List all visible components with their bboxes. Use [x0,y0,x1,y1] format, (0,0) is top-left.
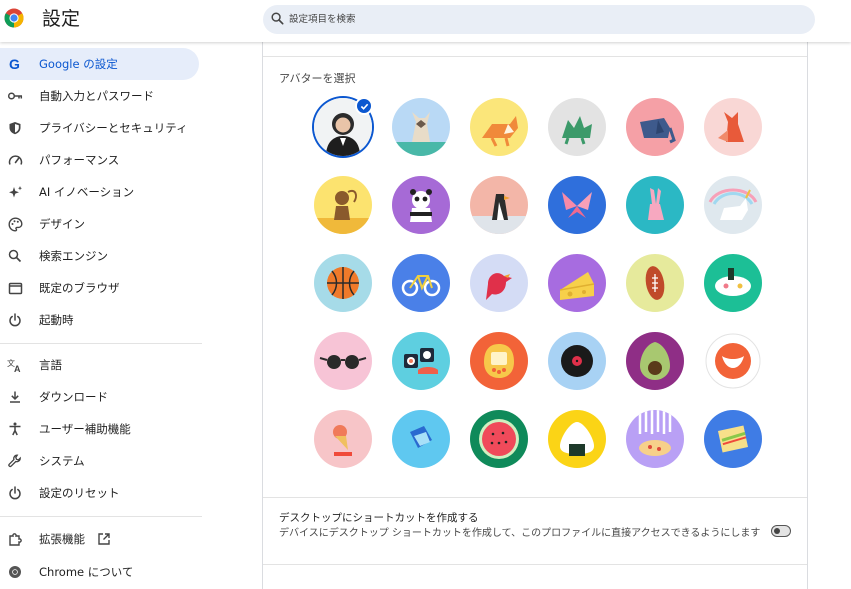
card-divider [263,497,807,498]
avatar-bicycle[interactable] [392,254,450,312]
search-icon [271,12,284,25]
sidebar-item-label: システム [39,454,85,468]
sidebar-item-label: AI イノベーション [39,185,135,199]
puzzle-icon [7,531,23,547]
sidebar-item-google-settings[interactable]: G Google の設定 [0,48,199,80]
avatar-cheese[interactable] [548,254,606,312]
avatar-sunglasses[interactable] [314,332,372,390]
sidebar-item-design[interactable]: デザイン [0,208,199,240]
sidebar-item-label: Google の設定 [39,57,118,71]
key-icon [7,88,23,104]
power-icon [7,312,23,328]
wrench-icon [7,453,23,469]
open-in-new-icon [97,531,111,550]
avatar-sushi-plate[interactable] [704,254,762,312]
sidebar-item-default-browser[interactable]: 既定のブラウザ [0,272,199,304]
sidebar-item-label: パフォーマンス [39,153,120,167]
avatar-sandwich[interactable] [704,410,762,468]
toggle-knob [773,527,780,534]
search-input[interactable] [289,5,799,34]
avatar-dragon[interactable] [548,98,606,156]
sidebar-divider [0,516,202,517]
avatar-basketball[interactable] [314,254,372,312]
sidebar-item-downloads[interactable]: ダウンロード [0,381,199,413]
avatar-grid [263,42,807,482]
avatar-tamagotchi[interactable] [470,332,528,390]
sidebar-item-ai-innovation[interactable]: AI イノベーション [0,176,199,208]
avatar-watermelon[interactable] [470,410,528,468]
sidebar-divider [0,343,202,344]
sidebar-item-performance[interactable]: パフォーマンス [0,144,199,176]
sidebar-item-extensions[interactable]: 拡張機能 [0,523,199,555]
sidebar-item-label: 起動時 [39,313,74,327]
top-header: 設定 [0,0,851,42]
sparkle-icon [7,184,23,200]
avatar-football[interactable] [626,254,684,312]
avatar-cat[interactable] [392,98,450,156]
sidebar-item-label: 既定のブラウザ [39,281,120,295]
chrome-icon [7,564,23,580]
avatar-sushi[interactable] [392,332,450,390]
translate-icon: 文A [7,357,23,373]
desktop-shortcut-title: デスクトップにショートカットを作成する [279,512,479,524]
selected-check-icon [355,97,373,115]
avatar-fox-red[interactable] [704,98,762,156]
avatar-panda[interactable] [392,176,450,234]
google-icon: G [7,56,23,72]
avatar-bird[interactable] [470,254,528,312]
reset-icon [7,485,23,501]
chrome-logo-icon [4,8,24,28]
sidebar: G Google の設定 自動入力とパスワード プライバシーとセキュリティ パフ… [0,42,205,589]
sidebar-item-label: 拡張機能 [39,532,85,546]
sidebar-item-privacy[interactable]: プライバシーとセキュリティ [0,112,199,144]
avatar-onigiri[interactable] [548,410,606,468]
sidebar-item-search-engine[interactable]: 検索エンジン [0,240,199,272]
page-title: 設定 [42,8,81,30]
search-icon [7,248,23,264]
sidebar-item-label: プライバシーとセキュリティ [39,121,188,135]
desktop-shortcut-toggle[interactable] [771,525,791,537]
sidebar-item-system[interactable]: システム [0,445,199,477]
shield-icon [7,120,23,136]
search-box[interactable] [263,5,815,34]
sidebar-item-languages[interactable]: 文A 言語 [0,349,199,381]
avatar-unicorn[interactable] [704,176,762,234]
sidebar-item-label: 言語 [39,358,62,372]
avatar-monkey[interactable] [314,176,372,234]
profile-customization-card: アバターを選択 デスクトップにショートカットを作成する デバイスにデスクトップ … [262,42,808,589]
accessibility-icon [7,421,23,437]
speedometer-icon [7,152,23,168]
svg-text:G: G [9,57,20,71]
sidebar-item-accessibility[interactable]: ユーザー補助機能 [0,413,199,445]
avatar-rabbit[interactable] [626,176,684,234]
desktop-shortcut-description: デバイスにデスクトップ ショートカットを作成して、このプロファイルに直接アクセス… [279,528,761,539]
sidebar-item-on-startup[interactable]: 起動時 [0,304,199,336]
avatar-vinyl[interactable] [548,332,606,390]
download-icon [7,389,23,405]
avatar-ice-cream[interactable] [314,410,372,468]
sidebar-item-label: デザイン [39,217,85,231]
avatar-smiley[interactable] [704,332,762,390]
sidebar-item-label: Chrome について [39,565,134,579]
sidebar-item-label: 設定のリセット [39,486,120,500]
avatar-penguin[interactable] [470,176,528,234]
sidebar-item-reset[interactable]: 設定のリセット [0,477,199,509]
avatar-fox[interactable] [470,98,528,156]
sidebar-item-label: 自動入力とパスワード [39,89,154,103]
palette-icon [7,216,23,232]
avatar-pizza[interactable] [626,410,684,468]
avatar-butterfly[interactable] [548,176,606,234]
sidebar-item-label: ダウンロード [39,390,108,404]
avatar-rice-note[interactable] [392,410,450,468]
sidebar-item-autofill[interactable]: 自動入力とパスワード [0,80,199,112]
sidebar-item-about-chrome[interactable]: Chrome について [0,556,199,588]
svg-text:A: A [14,364,21,373]
sidebar-item-label: 検索エンジン [39,249,108,263]
avatar-avocado[interactable] [626,332,684,390]
avatar-elephant[interactable] [626,98,684,156]
card-divider [263,564,807,565]
browser-window-icon [7,280,23,296]
sidebar-item-label: ユーザー補助機能 [39,422,131,436]
